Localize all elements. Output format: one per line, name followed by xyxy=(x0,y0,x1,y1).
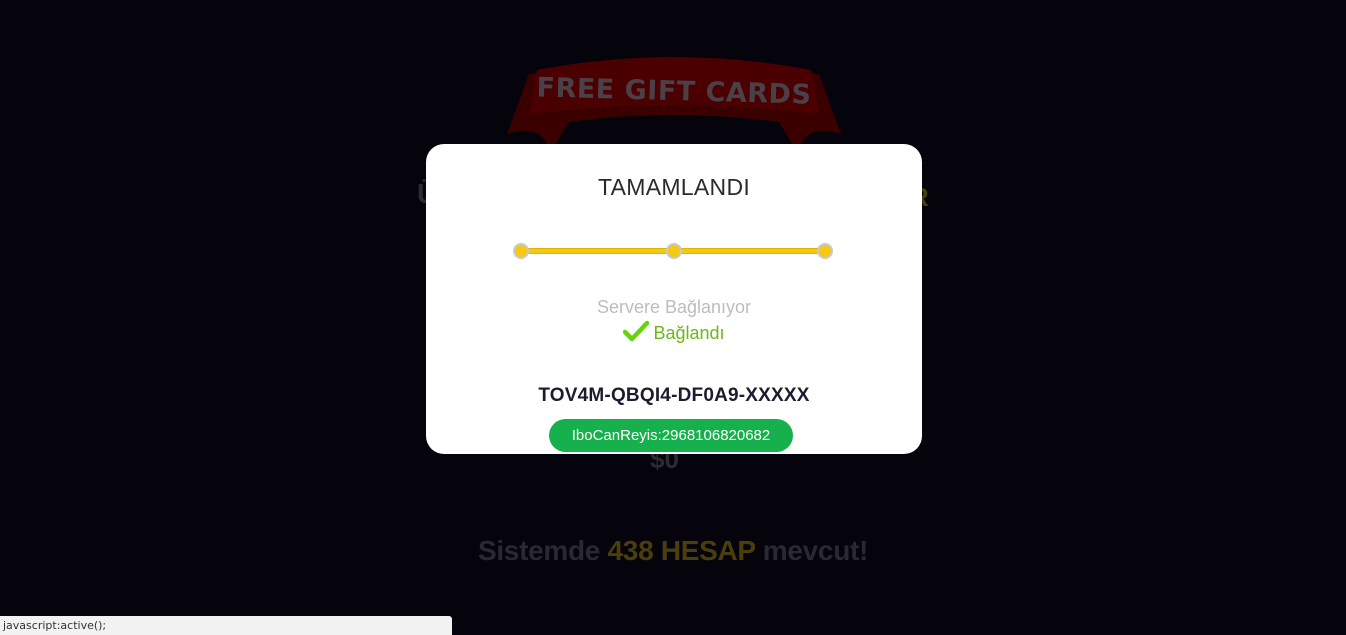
status-connected-label: Bağlandı xyxy=(653,323,725,343)
progress-step-3 xyxy=(817,243,833,259)
status-connecting: Servere Bağlanıyor xyxy=(596,297,752,317)
banner: FREE GIFT CARDS xyxy=(507,52,841,152)
modal-title: TAMAMLANDI xyxy=(597,174,751,200)
user-pill-button[interactable]: IboCanReyis:2968106820682 xyxy=(549,419,793,452)
stock-message: Sistemde 438 HESAP mevcut! xyxy=(0,535,1346,567)
completion-modal: TAMAMLANDI Servere Bağlanıyor Bağlandı T… xyxy=(426,144,922,454)
page: FREE GIFT CARDS Ü R $0 Sistemde 438 HESA… xyxy=(0,0,1346,635)
progress-step-1 xyxy=(513,243,529,259)
check-icon xyxy=(623,320,650,342)
gift-code: TOV4M-QBQI4-DF0A9-XXXXX xyxy=(538,385,810,406)
progress-step-2 xyxy=(666,243,682,259)
status-connected: Bağlandı xyxy=(426,320,922,344)
stock-count: 438 HESAP xyxy=(607,535,756,566)
stock-suffix: mevcut! xyxy=(762,535,869,566)
stock-prefix: Sistemde xyxy=(477,535,601,566)
browser-status-bar: javascript:active(); xyxy=(0,616,452,635)
